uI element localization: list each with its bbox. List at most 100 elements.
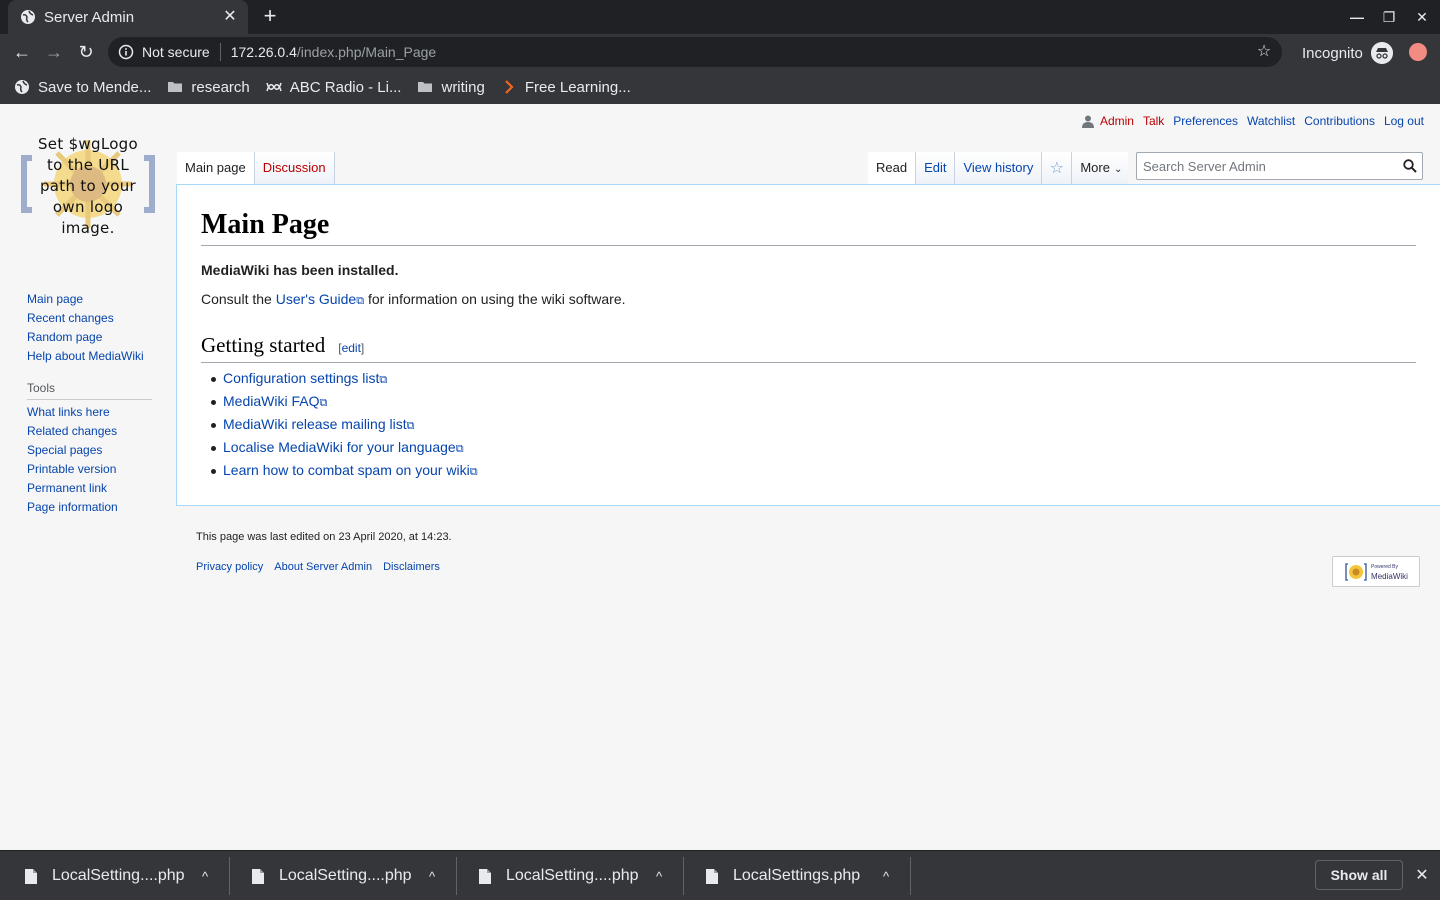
sidebar-item-help[interactable]: Help about MediaWiki <box>27 347 157 366</box>
bookmark-item[interactable]: Save to Mende... <box>14 79 151 96</box>
watchlist-link[interactable]: Watchlist <box>1247 114 1295 128</box>
talk-link[interactable]: Talk <box>1143 114 1164 128</box>
watch-star-icon[interactable]: ☆ <box>1042 152 1073 184</box>
reload-icon[interactable]: ↻ <box>74 40 98 64</box>
users-guide-link[interactable]: User's Guide⧉ <box>276 291 364 307</box>
powered-main: MediaWiki <box>1371 571 1408 581</box>
chevron-up-icon[interactable]: ^ <box>195 869 215 884</box>
last-edited-info: This page was last edited on 23 April 20… <box>196 531 452 543</box>
consult-paragraph: Consult the User's Guide⧉ for informatio… <box>201 291 626 308</box>
bookmark-folder[interactable]: writing <box>417 78 485 96</box>
faq-link[interactable]: MediaWiki FAQ⧉ <box>223 393 327 409</box>
about-link[interactable]: About Server Admin <box>274 561 372 573</box>
maximize-icon[interactable]: ❐ <box>1377 5 1401 29</box>
download-filename: LocalSetting....php <box>506 867 639 884</box>
more-menu[interactable]: More ⌄ <box>1072 152 1129 184</box>
contributions-link[interactable]: Contributions <box>1304 114 1375 128</box>
show-all-button[interactable]: Show all <box>1315 860 1403 890</box>
update-icon[interactable] <box>1409 43 1427 61</box>
url-host: 172.26.0.4 <box>230 44 297 60</box>
logo-line: image. <box>61 219 115 237</box>
logo-placeholder-text: Set $wgLogo to the URL path to your own … <box>18 134 158 239</box>
sidebar-item-main-page[interactable]: Main page <box>27 290 157 309</box>
mailing-list-link[interactable]: MediaWiki release mailing list⧉ <box>223 416 414 432</box>
search-input[interactable] <box>1143 158 1393 174</box>
tab-main-page[interactable]: Main page <box>177 152 255 184</box>
chevron-up-icon[interactable]: ^ <box>876 869 896 884</box>
sidebar-item-recent-changes[interactable]: Recent changes <box>27 309 157 328</box>
list-item: Learn how to combat spam on your wiki⧉ <box>211 459 478 482</box>
user-page-link[interactable]: Admin <box>1100 114 1134 128</box>
external-link-icon: ⧉ <box>319 397 328 409</box>
sidebar-item-printable-version[interactable]: Printable version <box>27 460 157 479</box>
new-tab-button[interactable]: + <box>258 5 282 29</box>
section-edit: [edit] <box>338 334 364 362</box>
sidebar-item-random-page[interactable]: Random page <box>27 328 157 347</box>
download-item[interactable]: LocalSetting....php ^ <box>458 857 684 895</box>
download-item[interactable]: LocalSetting....php ^ <box>4 857 230 895</box>
sidebar-item-related-changes[interactable]: Related changes <box>27 422 157 441</box>
bookmark-label: writing <box>441 78 485 96</box>
localise-link[interactable]: Localise MediaWiki for your language⧉ <box>223 439 464 455</box>
sidebar-navigation: Main page Recent changes Random page Hel… <box>27 290 157 366</box>
logout-link[interactable]: Log out <box>1384 114 1424 128</box>
sidebar-item-permanent-link[interactable]: Permanent link <box>27 479 157 498</box>
tab-title: Server Admin <box>44 8 135 26</box>
tab-view-history[interactable]: View history <box>955 152 1043 184</box>
browser-tabstrip: Server Admin ✕ + — ❐ ✕ <box>0 0 1440 34</box>
bookmark-label: ABC Radio - Li... <box>289 78 402 96</box>
download-shelf: LocalSetting....php ^ LocalSetting....ph… <box>0 850 1440 900</box>
incognito-indicator[interactable]: Incognito <box>1302 42 1393 64</box>
address-bar[interactable]: Not secure 172.26.0.4/index.php/Main_Pag… <box>108 37 1282 67</box>
window-close-icon[interactable]: ✕ <box>1410 5 1434 29</box>
privacy-policy-link[interactable]: Privacy policy <box>196 561 263 573</box>
bookmark-star-icon[interactable]: ☆ <box>1254 42 1274 62</box>
page-title: Main Page <box>201 207 1416 246</box>
search-icon[interactable] <box>1403 159 1417 173</box>
sidebar-item-page-information[interactable]: Page information <box>27 498 157 517</box>
main-content: Main Page MediaWiki has been installed. … <box>176 184 1440 506</box>
bookmark-label: Save to Mende... <box>38 78 152 96</box>
tab-edit[interactable]: Edit <box>916 152 956 184</box>
browser-tab[interactable]: Server Admin ✕ <box>8 0 248 34</box>
info-icon[interactable] <box>118 44 134 60</box>
forward-icon[interactable]: → <box>42 40 66 64</box>
chevron-up-icon[interactable]: ^ <box>422 869 442 884</box>
powered-by-mediawiki-badge[interactable]: Powered By MediaWiki <box>1332 556 1420 587</box>
namespace-tabs: Main page Discussion <box>177 152 335 184</box>
consult-before: Consult the <box>201 291 276 307</box>
bookmark-label: Free Learning... <box>524 78 631 96</box>
sidebar-item-what-links-here[interactable]: What links here <box>27 403 157 422</box>
bookmark-item[interactable]: ABC Radio - Li... <box>266 78 402 96</box>
security-label[interactable]: Not secure <box>142 44 210 60</box>
combat-spam-link[interactable]: Learn how to combat spam on your wiki⧉ <box>223 462 478 478</box>
abc-icon <box>266 82 282 92</box>
download-item[interactable]: LocalSettings.php ^ <box>685 857 911 895</box>
chevron-up-icon[interactable]: ^ <box>649 869 669 884</box>
address-separator <box>219 43 221 61</box>
view-tabs: Read Edit View history ☆ More ⌄ <box>868 152 1129 184</box>
list-item: Configuration settings list⧉ <box>211 367 478 390</box>
download-item[interactable]: LocalSetting....php ^ <box>231 857 457 895</box>
sidebar-item-special-pages[interactable]: Special pages <box>27 441 157 460</box>
list-item: Localise MediaWiki for your language⧉ <box>211 436 478 459</box>
section-edit-link[interactable]: edit <box>342 341 361 355</box>
close-tab-icon[interactable]: ✕ <box>220 7 240 27</box>
disclaimers-link[interactable]: Disclaimers <box>383 561 440 573</box>
back-icon[interactable]: ← <box>10 40 34 64</box>
preferences-link[interactable]: Preferences <box>1173 114 1238 128</box>
chevron-down-icon: ⌄ <box>1113 164 1123 175</box>
config-settings-link[interactable]: Configuration settings list⧉ <box>223 370 387 386</box>
mediawiki-logo-icon <box>1345 562 1367 581</box>
user-icon <box>1081 115 1094 128</box>
tab-discussion[interactable]: Discussion <box>254 152 335 184</box>
bookmark-folder[interactable]: research <box>167 79 250 96</box>
folder-icon <box>418 82 433 92</box>
sidebar-tools: What links here Related changes Special … <box>27 403 157 517</box>
list-item: MediaWiki release mailing list⧉ <box>211 413 478 436</box>
tab-read[interactable]: Read <box>868 152 917 184</box>
close-icon[interactable]: ✕ <box>1412 866 1432 886</box>
list-item: MediaWiki FAQ⧉ <box>211 390 478 413</box>
minimize-icon[interactable]: — <box>1345 5 1369 29</box>
bookmark-item[interactable]: Free Learning... <box>501 79 631 96</box>
